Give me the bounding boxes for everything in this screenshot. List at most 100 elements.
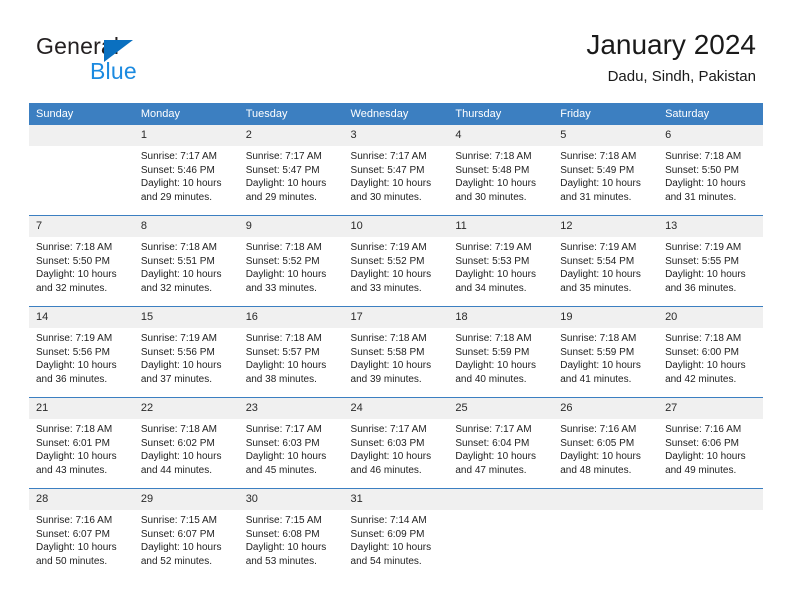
day-cell[interactable]: 26 Sunrise: 7:16 AM Sunset: 6:05 PM Dayl… xyxy=(553,397,659,489)
day-cell[interactable]: 27 Sunrise: 7:16 AM Sunset: 6:06 PM Dayl… xyxy=(658,397,763,489)
day-number: 9 xyxy=(238,216,344,237)
day-cell[interactable]: 2 Sunrise: 7:17 AM Sunset: 5:47 PM Dayli… xyxy=(238,125,344,216)
day-cell[interactable]: 8 Sunrise: 7:18 AM Sunset: 5:51 PM Dayli… xyxy=(133,215,239,307)
day-cell[interactable]: 28 Sunrise: 7:16 AM Sunset: 6:07 PM Dayl… xyxy=(29,488,134,579)
sunrise-text: Sunrise: 7:15 AM xyxy=(140,515,217,526)
day-cell[interactable]: 6 Sunrise: 7:18 AM Sunset: 5:50 PM Dayli… xyxy=(658,125,763,216)
day-cell[interactable]: 20 Sunrise: 7:18 AM Sunset: 6:00 PM Dayl… xyxy=(658,306,763,398)
sunset-text: Sunset: 6:07 PM xyxy=(140,528,215,540)
day-number xyxy=(29,125,134,146)
day-cell[interactable]: 22 Sunrise: 7:18 AM Sunset: 6:02 PM Dayl… xyxy=(133,397,239,489)
day-number: 11 xyxy=(448,216,554,237)
daylight-text-line2: and 49 minutes. xyxy=(665,464,737,476)
daylight-text-line1: Daylight: 10 hours xyxy=(665,178,746,190)
sunrise-text: Sunrise: 7:16 AM xyxy=(36,515,113,526)
sunrise-text: Sunrise: 7:17 AM xyxy=(455,424,532,435)
daylight-text-line1: Daylight: 10 hours xyxy=(245,360,327,372)
sunset-text: Sunset: 6:03 PM xyxy=(245,437,320,449)
sunrise-text: Sunrise: 7:19 AM xyxy=(560,242,637,253)
day-details: Sunrise: 7:17 AM Sunset: 6:03 PM Dayligh… xyxy=(239,419,344,477)
sunrise-text: Sunrise: 7:17 AM xyxy=(140,151,217,162)
day-cell[interactable]: 12 Sunrise: 7:19 AM Sunset: 5:54 PM Dayl… xyxy=(553,215,659,307)
day-cell[interactable] xyxy=(553,488,659,579)
day-number: 8 xyxy=(133,216,239,237)
general-blue-logo[interactable]: General Blue xyxy=(36,33,186,85)
day-cell[interactable] xyxy=(448,488,554,579)
day-details: Sunrise: 7:18 AM Sunset: 5:50 PM Dayligh… xyxy=(29,237,134,295)
day-cell[interactable]: 16 Sunrise: 7:18 AM Sunset: 5:57 PM Dayl… xyxy=(238,306,344,398)
sunrise-text: Sunrise: 7:18 AM xyxy=(140,424,217,435)
day-cell[interactable]: 7 Sunrise: 7:18 AM Sunset: 5:50 PM Dayli… xyxy=(29,215,134,307)
sunset-text: Sunset: 6:08 PM xyxy=(245,528,320,540)
week-row: 1 Sunrise: 7:17 AM Sunset: 5:46 PM Dayli… xyxy=(29,125,763,216)
day-number xyxy=(553,489,659,510)
sunset-text: Sunset: 5:57 PM xyxy=(245,346,320,358)
day-cell[interactable]: 10 Sunrise: 7:19 AM Sunset: 5:52 PM Dayl… xyxy=(343,215,449,307)
daylight-text-line2: and 45 minutes. xyxy=(245,464,317,476)
daylight-text-line1: Daylight: 10 hours xyxy=(560,360,641,372)
week-row: 21 Sunrise: 7:18 AM Sunset: 6:01 PM Dayl… xyxy=(29,397,763,489)
week-row: 7 Sunrise: 7:18 AM Sunset: 5:50 PM Dayli… xyxy=(29,215,763,307)
sunrise-text: Sunrise: 7:17 AM xyxy=(245,424,322,435)
day-number: 7 xyxy=(29,216,134,237)
weekday-header-thursday: Thursday xyxy=(448,103,554,125)
daylight-text-line1: Daylight: 10 hours xyxy=(455,178,536,190)
week-row: 14 Sunrise: 7:19 AM Sunset: 5:56 PM Dayl… xyxy=(29,306,763,398)
day-cell[interactable]: 25 Sunrise: 7:17 AM Sunset: 6:04 PM Dayl… xyxy=(448,397,554,489)
sunset-text: Sunset: 6:06 PM xyxy=(665,437,739,449)
weekday-header-sunday: Sunday xyxy=(29,103,134,125)
daylight-text-line2: and 50 minutes. xyxy=(36,555,108,567)
day-cell[interactable] xyxy=(29,125,134,216)
daylight-text-line1: Daylight: 10 hours xyxy=(350,451,432,463)
sunset-text: Sunset: 6:09 PM xyxy=(350,528,425,540)
day-details: Sunrise: 7:18 AM Sunset: 5:57 PM Dayligh… xyxy=(239,328,344,386)
day-cell[interactable]: 15 Sunrise: 7:19 AM Sunset: 5:56 PM Dayl… xyxy=(133,306,239,398)
weekday-header-row: Sunday Monday Tuesday Wednesday Thursday… xyxy=(29,103,763,125)
day-number: 23 xyxy=(238,398,344,419)
day-number: 18 xyxy=(448,307,554,328)
day-cell[interactable]: 17 Sunrise: 7:18 AM Sunset: 5:58 PM Dayl… xyxy=(343,306,449,398)
day-cell[interactable]: 9 Sunrise: 7:18 AM Sunset: 5:52 PM Dayli… xyxy=(238,215,344,307)
day-details xyxy=(658,510,763,514)
day-cell[interactable]: 4 Sunrise: 7:18 AM Sunset: 5:48 PM Dayli… xyxy=(448,125,554,216)
day-cell[interactable]: 18 Sunrise: 7:18 AM Sunset: 5:59 PM Dayl… xyxy=(448,306,554,398)
day-details: Sunrise: 7:19 AM Sunset: 5:55 PM Dayligh… xyxy=(658,237,763,295)
sunset-text: Sunset: 6:00 PM xyxy=(665,346,739,358)
sunset-text: Sunset: 5:46 PM xyxy=(140,164,215,176)
day-cell[interactable]: 13 Sunrise: 7:19 AM Sunset: 5:55 PM Dayl… xyxy=(658,215,763,307)
day-cell[interactable]: 5 Sunrise: 7:18 AM Sunset: 5:49 PM Dayli… xyxy=(553,125,659,216)
day-cell[interactable]: 21 Sunrise: 7:18 AM Sunset: 6:01 PM Dayl… xyxy=(29,397,134,489)
daylight-text-line2: and 36 minutes. xyxy=(665,282,737,294)
sunrise-text: Sunrise: 7:19 AM xyxy=(665,242,742,253)
weekday-header-wednesday: Wednesday xyxy=(343,103,449,125)
day-cell[interactable]: 3 Sunrise: 7:17 AM Sunset: 5:47 PM Dayli… xyxy=(343,125,449,216)
day-cell[interactable]: 29 Sunrise: 7:15 AM Sunset: 6:07 PM Dayl… xyxy=(133,488,239,579)
day-cell[interactable]: 24 Sunrise: 7:17 AM Sunset: 6:03 PM Dayl… xyxy=(343,397,449,489)
day-cell[interactable]: 23 Sunrise: 7:17 AM Sunset: 6:03 PM Dayl… xyxy=(238,397,344,489)
day-cell[interactable]: 1 Sunrise: 7:17 AM Sunset: 5:46 PM Dayli… xyxy=(133,125,239,216)
day-details: Sunrise: 7:17 AM Sunset: 6:03 PM Dayligh… xyxy=(344,419,449,477)
title-block: January 2024 Dadu, Sindh, Pakistan xyxy=(586,28,756,88)
day-number: 5 xyxy=(553,125,659,146)
day-details: Sunrise: 7:18 AM Sunset: 5:52 PM Dayligh… xyxy=(239,237,344,295)
week-row: 28 Sunrise: 7:16 AM Sunset: 6:07 PM Dayl… xyxy=(29,488,763,579)
daylight-text-line2: and 52 minutes. xyxy=(140,555,213,567)
daylight-text-line1: Daylight: 10 hours xyxy=(140,178,222,190)
daylight-text-line2: and 33 minutes. xyxy=(245,282,317,294)
sunset-text: Sunset: 5:47 PM xyxy=(350,164,425,176)
day-cell[interactable]: 14 Sunrise: 7:19 AM Sunset: 5:56 PM Dayl… xyxy=(29,306,134,398)
day-details: Sunrise: 7:18 AM Sunset: 5:59 PM Dayligh… xyxy=(448,328,553,386)
day-cell[interactable]: 31 Sunrise: 7:14 AM Sunset: 6:09 PM Dayl… xyxy=(343,488,449,579)
day-cell[interactable]: 19 Sunrise: 7:18 AM Sunset: 5:59 PM Dayl… xyxy=(553,306,659,398)
daylight-text-line2: and 30 minutes. xyxy=(455,191,527,203)
day-cell[interactable] xyxy=(658,488,763,579)
day-details: Sunrise: 7:18 AM Sunset: 5:48 PM Dayligh… xyxy=(448,146,553,204)
day-details: Sunrise: 7:19 AM Sunset: 5:56 PM Dayligh… xyxy=(29,328,134,386)
day-cell[interactable]: 30 Sunrise: 7:15 AM Sunset: 6:08 PM Dayl… xyxy=(238,488,344,579)
day-details: Sunrise: 7:17 AM Sunset: 5:47 PM Dayligh… xyxy=(239,146,344,204)
daylight-text-line1: Daylight: 10 hours xyxy=(560,269,641,281)
day-details: Sunrise: 7:15 AM Sunset: 6:08 PM Dayligh… xyxy=(239,510,344,568)
day-details: Sunrise: 7:19 AM Sunset: 5:52 PM Dayligh… xyxy=(344,237,449,295)
daylight-text-line1: Daylight: 10 hours xyxy=(350,178,432,190)
day-cell[interactable]: 11 Sunrise: 7:19 AM Sunset: 5:53 PM Dayl… xyxy=(448,215,554,307)
